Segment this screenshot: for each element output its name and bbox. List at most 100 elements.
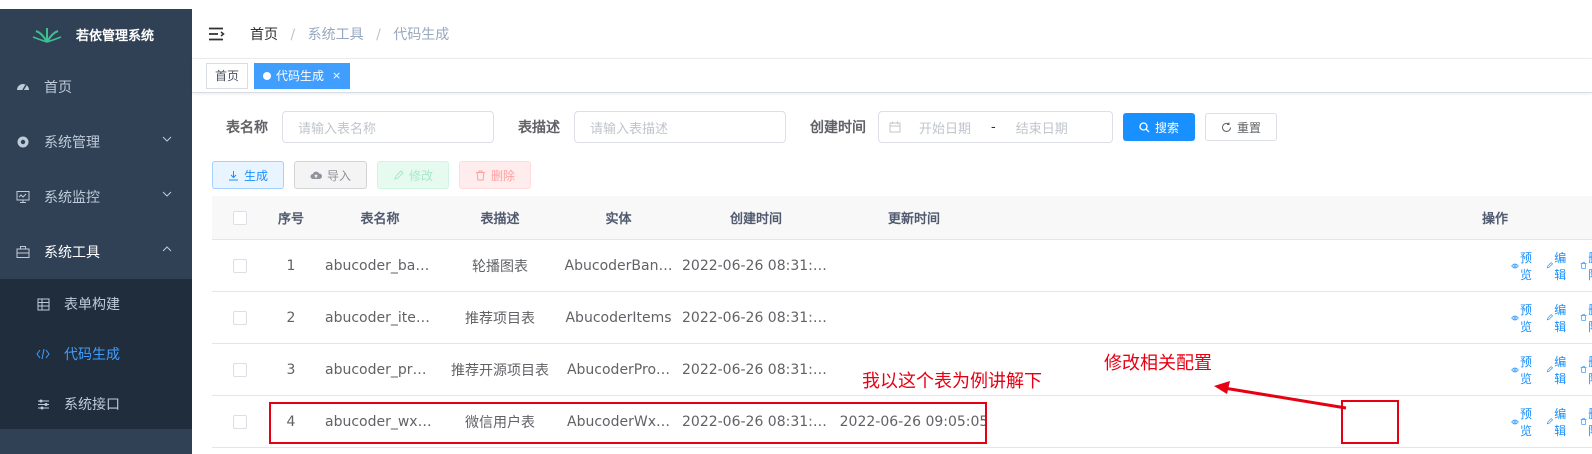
sidebar-item-home[interactable]: 首页: [0, 59, 192, 114]
cell-table-desc: 推荐项目表: [465, 310, 535, 327]
edit-annotation: 修改相关配置: [1104, 353, 1212, 374]
create-time-label: 创建时间: [810, 120, 866, 136]
cell-index: 3: [286, 361, 296, 378]
edit-icon: [1546, 418, 1554, 425]
action-label: 删除: [1588, 249, 1592, 283]
action-label: 预览: [1520, 406, 1533, 438]
chevron-down-icon: [162, 191, 172, 197]
delete-label: 删除: [491, 168, 516, 183]
breadcrumb-home[interactable]: 首页: [250, 27, 278, 43]
delete-button[interactable]: 删除: [459, 161, 532, 189]
header-table-desc: 表描述: [480, 212, 520, 227]
chevron-up-icon: [162, 246, 172, 252]
range-separator: -: [991, 119, 996, 135]
toolbox-icon: [16, 245, 30, 259]
row-checkbox[interactable]: [232, 310, 247, 325]
cell-index: 2: [286, 309, 296, 326]
edit-icon: [394, 169, 404, 180]
tags-view: 首页 代码生成 ×: [192, 59, 1592, 93]
sidebar-item-system-tools[interactable]: 系统工具: [0, 224, 192, 279]
generate-label: 生成: [244, 168, 269, 183]
cell-entity: AbucoderItems: [565, 309, 672, 326]
select-all-checkbox[interactable]: [232, 210, 247, 225]
sidebar-item-system-management[interactable]: 系统管理: [0, 114, 192, 169]
row-checkbox[interactable]: [232, 362, 247, 377]
breadcrumb-separator: /: [290, 26, 296, 43]
start-date-input[interactable]: 开始日期: [919, 118, 971, 137]
sidebar-item-system-monitor[interactable]: 系统监控: [0, 169, 192, 224]
action-label: 删除: [1588, 353, 1592, 387]
logo[interactable]: 若依管理系统: [0, 9, 192, 59]
table-desc-label: 表描述: [518, 120, 560, 136]
edit-icon: [1546, 262, 1554, 269]
edit-button[interactable]: 修改: [377, 161, 450, 189]
search-icon: [1139, 121, 1150, 132]
trash-icon: [1580, 418, 1587, 425]
sidebar-item-label: 系统接口: [64, 397, 120, 413]
row-checkbox[interactable]: [232, 258, 247, 273]
action-label: 编辑: [1554, 250, 1567, 282]
preview-link[interactable]: 预览: [1511, 388, 1536, 454]
trash-icon: [1580, 314, 1587, 321]
sidebar-item-label: 代码生成: [64, 347, 120, 363]
edit-label: 修改: [409, 168, 434, 183]
sidebar-item-system-api[interactable]: 系统接口: [0, 379, 192, 429]
header-update-time: 更新时间: [887, 212, 940, 227]
cell-create-time: 2022-06-26 08:31:38: [682, 361, 830, 378]
header-table-name: 表名称: [360, 212, 400, 227]
annotation-arrow: [1214, 381, 1347, 410]
eye-icon: [1511, 315, 1519, 320]
header-index: 序号: [277, 212, 304, 227]
row-highlight-box: [269, 402, 987, 444]
header-entity: 实体: [605, 212, 632, 227]
code-icon: [36, 348, 50, 360]
action-label: 编辑: [1554, 302, 1567, 334]
table-header: 序号 表名称 表描述 实体 创建时间 更新时间 操作: [212, 196, 1592, 240]
submenu-system-tools: 表单构建 代码生成 系统接口: [0, 279, 192, 429]
close-icon[interactable]: ×: [332, 69, 341, 82]
trash-icon: [1580, 366, 1587, 373]
table-desc-input[interactable]: 请输入表描述: [574, 111, 786, 143]
edit-link[interactable]: 编辑: [1546, 388, 1570, 454]
import-button[interactable]: 导入: [294, 161, 368, 189]
row-checkbox[interactable]: [232, 414, 247, 429]
cell-index: 1: [286, 257, 296, 274]
sidebar: 若依管理系统 首页 系统管理 系统监控 系统工具 表单构建 代码生成 系统接口: [0, 9, 192, 454]
eye-icon: [1511, 419, 1519, 424]
row-actions: 预览编辑删除同步生成代码: [1511, 388, 1592, 454]
action-label: 编辑: [1554, 406, 1567, 438]
edit-icon: [1546, 366, 1554, 373]
delete-link[interactable]: 删除: [1580, 388, 1592, 454]
tag-code-generator[interactable]: 代码生成 ×: [254, 62, 351, 89]
eye-icon: [1511, 263, 1519, 268]
end-date-input[interactable]: 结束日期: [1016, 118, 1068, 137]
sidebar-item-label: 首页: [44, 79, 72, 96]
table-name-input[interactable]: 请输入表名称: [282, 111, 494, 143]
import-label: 导入: [327, 168, 352, 183]
trash-icon: [1580, 262, 1587, 269]
sidebar-item-form-builder[interactable]: 表单构建: [0, 279, 192, 329]
cloud-upload-icon: [310, 171, 323, 179]
generate-button[interactable]: 生成: [212, 161, 285, 189]
date-range-picker[interactable]: 开始日期 - 结束日期: [878, 111, 1113, 143]
search-button[interactable]: 搜索: [1123, 113, 1195, 141]
calendar-icon: [889, 121, 901, 133]
reset-button[interactable]: 重置: [1205, 113, 1277, 141]
app-title: 若依管理系统: [76, 28, 155, 44]
tag-home[interactable]: 首页: [206, 62, 249, 89]
hamburger-icon[interactable]: [208, 27, 226, 41]
breadcrumb: 首页 / 系统工具 / 代码生成: [250, 24, 449, 44]
action-toolbar: 生成 导入 修改 删除: [212, 161, 541, 189]
cell-table-desc: 推荐开源项目表: [451, 362, 549, 379]
table-row: 1 abucoder_ba… 轮播图表 AbucoderBan… 2022-06…: [212, 240, 1592, 292]
navbar: 首页 / 系统工具 / 代码生成: [192, 9, 1592, 59]
table-name-label: 表名称: [226, 120, 268, 136]
chevron-down-icon: [162, 136, 172, 142]
breadcrumb-separator: /: [376, 26, 381, 43]
sidebar-item-code-generator[interactable]: 代码生成: [0, 329, 192, 379]
sidebar-item-label: 系统监控: [44, 189, 100, 206]
tag-label: 代码生成: [276, 69, 325, 83]
trash-icon: [476, 170, 486, 180]
cell-create-time: 2022-06-26 08:31:38: [682, 257, 830, 274]
cell-table-name: abucoder_pr…: [325, 361, 427, 378]
